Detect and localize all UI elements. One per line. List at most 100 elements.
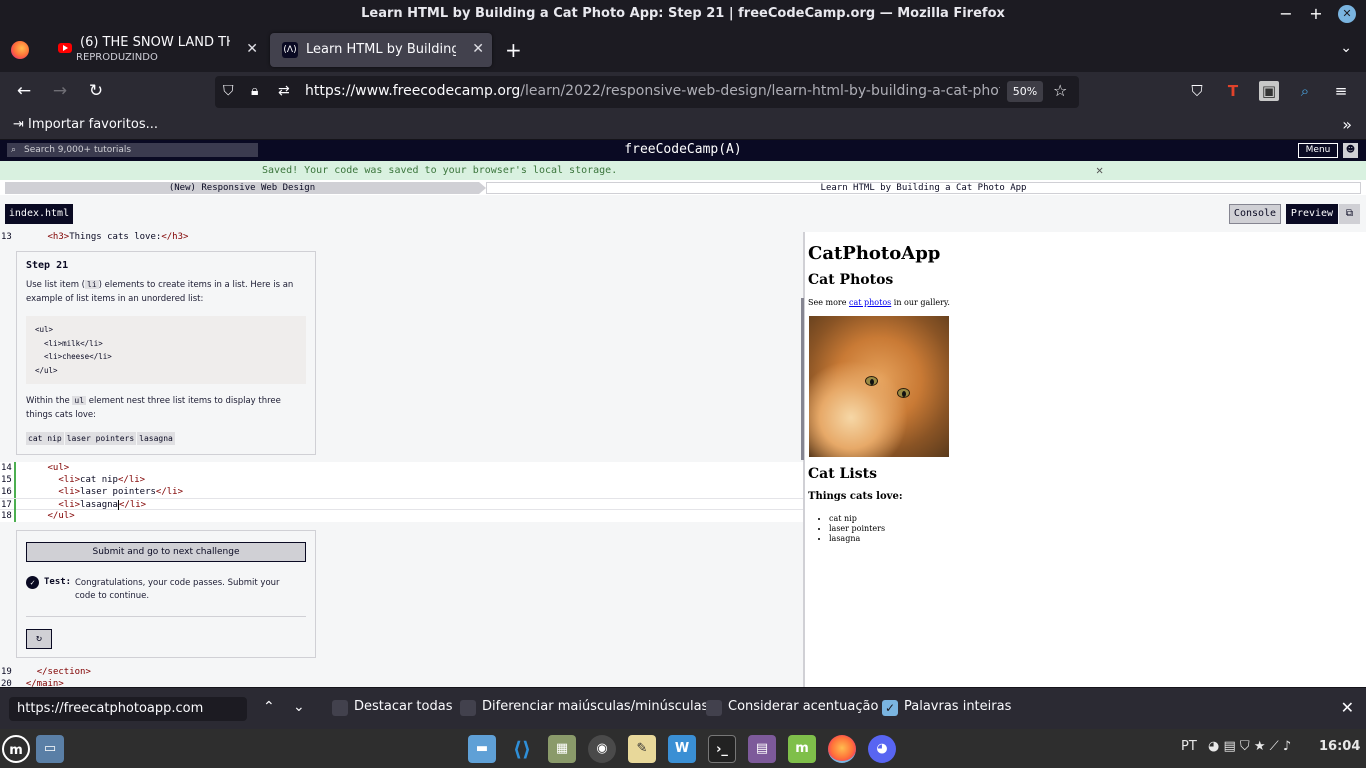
- match-diacritics-checkbox[interactable]: Considerar acentuação: [706, 699, 879, 716]
- highlight-all-checkbox[interactable]: Destacar todas: [332, 699, 452, 716]
- code-tag: </li>: [118, 500, 147, 510]
- permissions-icon[interactable]: ⇄: [278, 83, 290, 99]
- breadcrumb-superblock[interactable]: (New) Responsive Web Design: [5, 182, 486, 194]
- code-line-active[interactable]: 17 <li>lasagna</li>: [0, 498, 803, 511]
- window-close-icon[interactable]: ✕: [1338, 5, 1356, 23]
- code-line[interactable]: 16 <li>laser pointers</li>: [0, 486, 803, 498]
- preview-popout-icon[interactable]: ⧉: [1339, 204, 1360, 224]
- chip-list: cat nip laser pointers lasagna: [26, 430, 306, 445]
- star-tray-icon[interactable]: ★: [1254, 739, 1266, 754]
- clock[interactable]: 16:04: [1319, 739, 1360, 754]
- new-tab-icon[interactable]: +: [505, 38, 522, 62]
- checkbox-box: [332, 700, 348, 716]
- menu-button[interactable]: Menu: [1298, 143, 1338, 158]
- code-tag: </main>: [25, 679, 64, 687]
- checkbox-label: Palavras inteiras: [904, 699, 1012, 714]
- minimize-icon[interactable]: −: [1272, 0, 1300, 28]
- breadcrumb: (New) Responsive Web Design Learn HTML b…: [0, 180, 1366, 195]
- network-icon[interactable]: ⟋: [1270, 739, 1279, 754]
- shield-tray-icon[interactable]: ⛉: [1240, 739, 1250, 754]
- url-bar[interactable]: ⛉ 🔒︎ ⇄ https://www.freecodecamp.org/lear…: [215, 76, 1079, 108]
- list-item: laser pointers: [829, 524, 885, 534]
- firefox-taskbar-icon[interactable]: [828, 735, 856, 763]
- hamburger-menu-icon[interactable]: ≡: [1331, 81, 1351, 101]
- cat-photos-link[interactable]: cat photos: [849, 298, 891, 307]
- find-next-icon[interactable]: ⌄: [293, 699, 305, 715]
- camera-app-icon[interactable]: ◉: [588, 735, 616, 763]
- preview-button[interactable]: Preview: [1286, 204, 1338, 224]
- list-tabs-icon[interactable]: ⌄: [1340, 40, 1352, 56]
- maximize-icon[interactable]: +: [1302, 0, 1330, 28]
- reset-icon[interactable]: ↻: [26, 629, 52, 649]
- show-desktop-icon[interactable]: ▭: [36, 735, 64, 763]
- list-item: lasagna: [829, 534, 885, 544]
- extension-t-icon[interactable]: T: [1223, 81, 1243, 101]
- extension-search-icon[interactable]: ⌕: [1295, 81, 1315, 101]
- tab-freecodecamp[interactable]: (Λ) Learn HTML by Building a Ca ✕: [270, 33, 492, 67]
- reload-icon[interactable]: ↻: [85, 81, 107, 101]
- calculator-icon[interactable]: ▦: [548, 735, 576, 763]
- shield-icon[interactable]: ⛉: [223, 83, 234, 99]
- breadcrumb-block[interactable]: Learn HTML by Building a Cat Photo App: [486, 182, 1361, 194]
- lock-icon[interactable]: 🔒︎: [251, 83, 258, 99]
- file-tab-index-html[interactable]: index.html: [5, 204, 73, 224]
- url-host: https://www.freecodecamp.org: [305, 83, 521, 99]
- code-line[interactable]: 18 </ul>: [0, 510, 803, 522]
- wps-icon[interactable]: W: [668, 735, 696, 763]
- code-line[interactable]: 19 </section>: [0, 666, 803, 678]
- code-line[interactable]: 13 <h3>Things cats love:</h3>: [0, 232, 803, 243]
- vscode-icon[interactable]: ⟨⟩: [508, 735, 536, 763]
- volume-icon[interactable]: ♪: [1283, 739, 1291, 754]
- forward-icon[interactable]: →: [49, 81, 71, 101]
- paragraph-text: See more: [808, 298, 849, 307]
- discord-icon[interactable]: ◕: [868, 735, 896, 763]
- import-bookmarks-link[interactable]: ⇥ Importar favoritos...: [13, 117, 158, 132]
- console-button[interactable]: Console: [1229, 204, 1281, 224]
- tray-icons[interactable]: ◕ ▤ ⛉ ★ ⟋ ♪: [1208, 739, 1291, 754]
- pane-resize-handle[interactable]: [801, 298, 804, 460]
- line-number: 18: [1, 511, 12, 521]
- checkbox-label: Diferenciar maiúsculas/minúsculas: [482, 699, 709, 714]
- submit-button[interactable]: Submit and go to next challenge: [26, 542, 306, 562]
- terminal-icon[interactable]: ›_: [708, 735, 736, 763]
- find-input[interactable]: https://freecatphotoapp.com: [9, 697, 247, 721]
- code-line[interactable]: 20 </main>: [0, 678, 803, 687]
- tab-youtube[interactable]: (6) THE SNOW LAND THE LO REPRODUZINDO ✕: [44, 33, 266, 67]
- cat-photo-image[interactable]: [809, 316, 949, 457]
- keyboard-layout[interactable]: PT: [1181, 739, 1197, 754]
- close-flash-icon[interactable]: ✕: [1096, 161, 1103, 180]
- extension-photo-icon[interactable]: ▣: [1259, 81, 1279, 101]
- match-case-checkbox[interactable]: Diferenciar maiúsculas/minúsculas: [460, 699, 709, 716]
- text-editor-icon[interactable]: ✎: [628, 735, 656, 763]
- mint-menu-icon[interactable]: m: [2, 735, 30, 763]
- whole-words-checkbox[interactable]: ✓ Palavras inteiras: [882, 699, 1012, 716]
- search-input[interactable]: ⌕ Search 9,000+ tutorials: [7, 143, 258, 157]
- back-icon[interactable]: ←: [13, 81, 35, 101]
- file-manager-icon[interactable]: ▬: [468, 735, 496, 763]
- zoom-level[interactable]: 50%: [1007, 81, 1043, 102]
- clipboard-icon[interactable]: ▤: [1223, 739, 1235, 754]
- video-editor-icon[interactable]: ▤: [748, 735, 776, 763]
- code-line[interactable]: 15 <li>cat nip</li>: [0, 474, 803, 486]
- preview-paragraph: See more cat photos in our gallery.: [808, 298, 950, 307]
- code-editor[interactable]: 13 <h3>Things cats love:</h3> Step 21 Us…: [0, 232, 803, 687]
- mint-app-icon[interactable]: m: [788, 735, 816, 763]
- code-line[interactable]: 14 <ul>: [0, 462, 803, 474]
- pocket-icon[interactable]: ⛉: [1187, 81, 1207, 101]
- avatar[interactable]: ☻: [1343, 143, 1358, 158]
- discord-tray-icon[interactable]: ◕: [1208, 739, 1219, 754]
- checkbox-label: Considerar acentuação: [728, 699, 879, 714]
- url-text[interactable]: https://www.freecodecamp.org/learn/2022/…: [305, 83, 1000, 99]
- close-find-bar-icon[interactable]: ✕: [1341, 698, 1354, 717]
- chevron-right-double-icon[interactable]: »: [1342, 115, 1352, 134]
- bookmark-star-icon[interactable]: ☆: [1053, 81, 1067, 100]
- close-tab-icon[interactable]: ✕: [246, 41, 258, 57]
- close-tab-icon[interactable]: ✕: [472, 41, 484, 57]
- firefox-menu-icon[interactable]: [11, 41, 29, 59]
- find-previous-icon[interactable]: ⌃: [263, 699, 275, 715]
